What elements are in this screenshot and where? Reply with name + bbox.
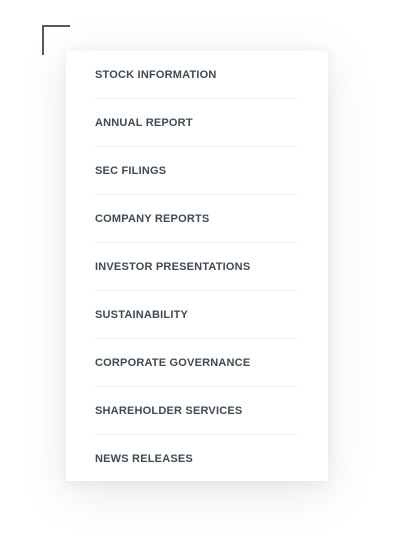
page-canvas: STOCK INFORMATION ANNUAL REPORT SEC FILI… xyxy=(0,0,397,556)
menu-item-label: SHAREHOLDER SERVICES xyxy=(95,404,243,417)
menu-item-label: NEWS RELEASES xyxy=(95,453,193,465)
menu-item-label: INVESTOR PRESENTATIONS xyxy=(95,260,251,273)
menu-item-company-reports[interactable]: COMPANY REPORTS xyxy=(95,195,299,243)
menu-item-sustainability[interactable]: SUSTAINABILITY xyxy=(95,291,299,339)
menu-item-corporate-governance[interactable]: CORPORATE GOVERNANCE xyxy=(95,339,299,387)
menu-item-annual-report[interactable]: ANNUAL REPORT xyxy=(95,99,299,147)
menu-item-stock-information[interactable]: STOCK INFORMATION xyxy=(95,51,299,99)
menu-item-label: COMPANY REPORTS xyxy=(95,212,210,225)
menu-item-shareholder-services[interactable]: SHAREHOLDER SERVICES xyxy=(95,387,299,435)
investor-menu-dropdown: STOCK INFORMATION ANNUAL REPORT SEC FILI… xyxy=(66,51,328,481)
menu-item-label: ANNUAL REPORT xyxy=(95,116,193,129)
menu-item-label: STOCK INFORMATION xyxy=(95,68,217,81)
menu-item-news-releases[interactable]: NEWS RELEASES xyxy=(95,435,299,483)
investor-menu-list: STOCK INFORMATION ANNUAL REPORT SEC FILI… xyxy=(95,51,299,483)
menu-item-label: SEC FILINGS xyxy=(95,164,167,177)
menu-item-investor-presentations[interactable]: INVESTOR PRESENTATIONS xyxy=(95,243,299,291)
menu-item-sec-filings[interactable]: SEC FILINGS xyxy=(95,147,299,195)
menu-item-label: CORPORATE GOVERNANCE xyxy=(95,356,251,369)
menu-item-label: SUSTAINABILITY xyxy=(95,308,189,321)
